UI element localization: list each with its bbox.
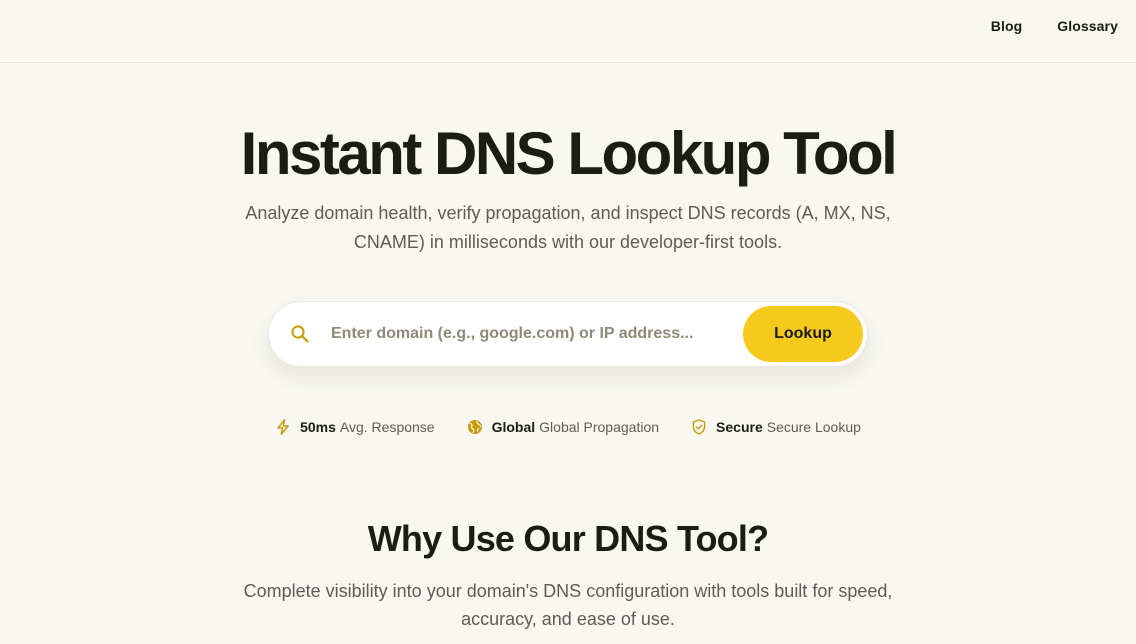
shield-check-icon bbox=[691, 419, 707, 435]
stat-value: 50ms bbox=[300, 419, 336, 435]
stat-secure: Secure Secure Lookup bbox=[691, 419, 861, 435]
top-nav: Blog Glossary bbox=[991, 0, 1118, 52]
lookup-button[interactable]: Lookup bbox=[743, 306, 863, 362]
stat-value: Global bbox=[491, 419, 536, 435]
nav-link-glossary[interactable]: Glossary bbox=[1057, 18, 1118, 34]
search-icon bbox=[289, 323, 311, 345]
top-bar: Blog Glossary bbox=[0, 0, 1136, 63]
hero-section: Instant DNS Lookup Tool Analyze domain h… bbox=[0, 123, 1136, 633]
stat-response: 50ms Avg. Response bbox=[275, 419, 435, 435]
hero-subtitle: Analyze domain health, verify propagatio… bbox=[245, 203, 891, 252]
section-title: Why Use Our DNS Tool? bbox=[367, 518, 769, 559]
stat-label: Avg. Response bbox=[339, 419, 435, 435]
stats-row: 50ms Avg. Response Global Global Propaga… bbox=[0, 419, 1136, 435]
lightning-icon bbox=[275, 419, 291, 435]
stat-propagation: Global Global Propagation bbox=[467, 419, 659, 435]
globe-icon bbox=[467, 419, 483, 435]
stat-label: Global Propagation bbox=[539, 419, 660, 435]
stat-value: Secure bbox=[716, 419, 763, 435]
section-subtitle: Complete visibility into your domain's D… bbox=[243, 581, 893, 629]
search-bar: Lookup bbox=[268, 301, 868, 367]
page-title: Instant DNS Lookup Tool bbox=[240, 120, 898, 187]
stat-label: Secure Lookup bbox=[766, 419, 861, 435]
domain-search-input[interactable] bbox=[331, 314, 743, 354]
nav-link-blog[interactable]: Blog bbox=[991, 18, 1023, 34]
